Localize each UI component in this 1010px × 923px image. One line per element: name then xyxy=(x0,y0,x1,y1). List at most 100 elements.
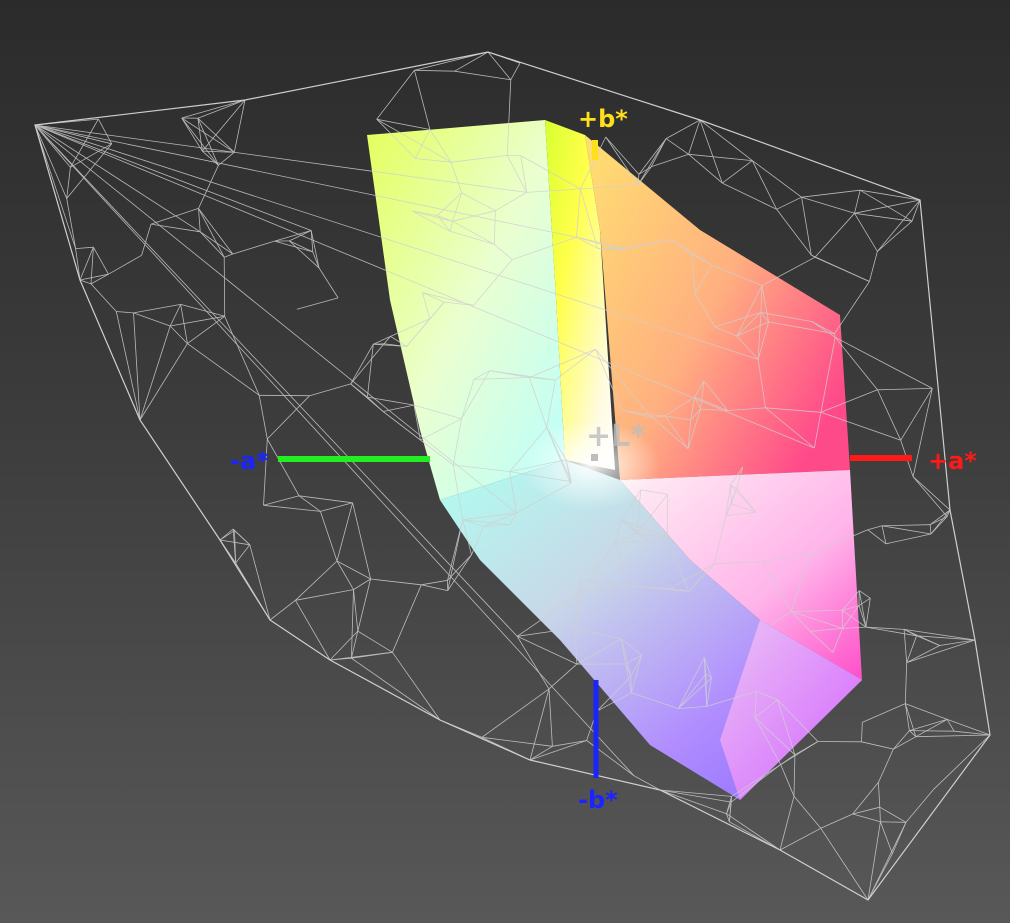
mesh-edge xyxy=(133,304,181,314)
mesh-edge xyxy=(414,51,489,71)
mesh-edge xyxy=(93,247,109,275)
mesh-edge xyxy=(351,651,393,659)
mesh-edge xyxy=(637,138,667,186)
mesh-edge xyxy=(224,316,260,396)
mesh-edge xyxy=(66,167,71,199)
mesh-edge xyxy=(529,688,550,761)
mesh-edge xyxy=(235,562,271,621)
mesh-edge xyxy=(776,209,812,256)
mesh-edge xyxy=(181,117,235,153)
mesh-edge xyxy=(295,589,354,601)
mesh-edge xyxy=(75,246,94,249)
mesh-edge xyxy=(90,283,117,312)
mesh-edge xyxy=(801,196,855,214)
mesh-edge xyxy=(904,662,908,704)
mesh-edge xyxy=(929,516,948,526)
mesh-edge xyxy=(915,734,991,738)
mesh-edge xyxy=(79,273,109,281)
mesh-edge xyxy=(801,189,861,198)
mesh-edge xyxy=(909,730,955,732)
mesh-edge xyxy=(75,248,81,281)
mesh-edge xyxy=(34,124,76,249)
mesh-edge xyxy=(357,578,371,632)
mesh-edge xyxy=(880,821,893,854)
mesh-edge xyxy=(880,821,907,823)
mesh-edge xyxy=(169,304,182,327)
mesh-edge xyxy=(726,813,781,851)
mesh-edge xyxy=(376,118,430,130)
mesh-edge xyxy=(929,524,932,535)
mesh-edge xyxy=(336,502,353,562)
mesh-edge xyxy=(373,336,391,345)
mesh-edge xyxy=(854,213,878,252)
mesh-edge xyxy=(793,754,796,797)
mesh-edge xyxy=(892,822,907,854)
mesh-edge xyxy=(633,775,661,791)
mesh-edge xyxy=(295,560,338,601)
mesh-edge xyxy=(309,383,351,397)
mesh-edge xyxy=(350,343,385,385)
mesh-edge xyxy=(722,182,777,210)
mesh-edge xyxy=(351,589,354,659)
mesh-edge xyxy=(877,389,902,441)
mesh-edge xyxy=(665,138,689,155)
mesh-edge xyxy=(224,253,233,258)
mesh-edge xyxy=(367,344,374,398)
mesh-edge xyxy=(421,579,448,586)
plus-a-axis-label: +a* xyxy=(928,447,977,475)
mesh-edge xyxy=(885,533,932,545)
mesh-edge xyxy=(779,796,795,851)
mesh-edge xyxy=(900,388,933,441)
mesh-edge xyxy=(116,311,134,314)
mesh-edge xyxy=(454,70,511,81)
mesh-edge xyxy=(34,118,99,126)
mesh-edge xyxy=(811,254,870,282)
mesh-edge xyxy=(351,657,441,721)
mesh-edge xyxy=(854,212,913,222)
mesh-edge xyxy=(867,525,883,531)
mesh-edge xyxy=(659,789,732,803)
mesh-edge xyxy=(893,730,910,750)
mesh-edge xyxy=(392,584,422,653)
mesh-edge xyxy=(376,70,415,120)
mesh-edge xyxy=(320,502,353,512)
mesh-edge xyxy=(202,150,219,166)
mesh-edge xyxy=(516,636,550,690)
mesh-edge xyxy=(552,740,587,747)
mesh-edge xyxy=(882,525,932,535)
mesh-edge xyxy=(862,703,906,723)
l-axis-marker xyxy=(591,454,598,461)
mesh-edge xyxy=(548,663,578,690)
mesh-edge xyxy=(933,734,991,790)
mesh-edge xyxy=(548,688,553,747)
mesh-edge xyxy=(905,703,948,720)
mesh-edge xyxy=(70,143,112,168)
gamut-3d-diagram: +b* -b* +a* -a* +L* xyxy=(34,51,991,901)
mesh-edge xyxy=(858,590,871,599)
mesh-edge xyxy=(357,630,393,653)
mesh-edge xyxy=(197,117,235,153)
mesh-edge xyxy=(878,748,894,783)
mesh-edge xyxy=(615,541,650,543)
mesh-edge xyxy=(912,476,951,511)
minus-a-axis-label: -a* xyxy=(230,447,269,475)
mesh-edge xyxy=(481,688,550,738)
mesh-edge xyxy=(296,297,339,310)
mesh-edge xyxy=(852,806,880,815)
mesh-edge xyxy=(814,213,855,258)
mesh-edge xyxy=(481,736,553,747)
mesh-edge xyxy=(930,516,948,535)
mesh-edge xyxy=(318,267,339,299)
mesh-edge xyxy=(70,118,99,168)
mesh-edge xyxy=(751,160,777,210)
mesh-edge xyxy=(869,251,878,282)
plus-b-axis-label: +b* xyxy=(578,105,628,133)
mesh-edge xyxy=(780,764,795,797)
mesh-edge xyxy=(223,257,226,317)
mesh-edge xyxy=(150,223,201,233)
mesh-edge xyxy=(353,589,359,632)
mesh-edge xyxy=(263,495,300,506)
mesh-edge xyxy=(233,99,246,153)
mesh-edge xyxy=(852,782,879,815)
mesh-edge xyxy=(877,388,933,391)
